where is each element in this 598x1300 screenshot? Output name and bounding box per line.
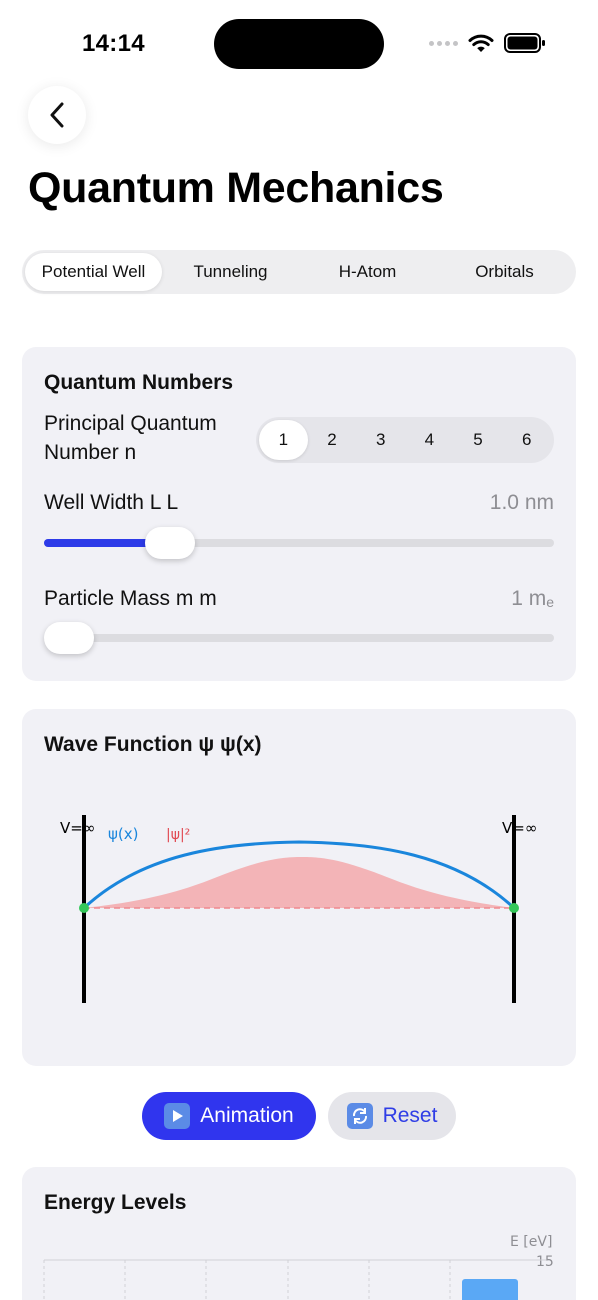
tab-tunneling[interactable]: Tunneling [162,253,299,291]
probability-density-fill [84,857,514,908]
page-title: Quantum Mechanics [28,164,444,212]
well-width-slider[interactable] [44,527,554,559]
refresh-icon [346,1103,373,1129]
principal-quantum-number-label: Principal Quantum Number n [44,412,217,464]
right-wall-label: V=∞ [502,819,537,837]
animation-button-label: Animation [200,1104,294,1127]
dynamic-island [214,19,384,69]
left-node [79,903,89,913]
psi-legend: ψ(x) [108,825,138,843]
back-button[interactable] [28,86,86,144]
energy-levels-chart: E [eV] 15 [43,1234,554,1300]
energy-level-bar [462,1279,518,1300]
reset-button-label: Reset [382,1104,438,1127]
n-option-3[interactable]: 3 [356,420,405,460]
n-option-1[interactable]: 1 [259,420,308,460]
cellular-signal-icon [429,40,458,46]
reset-button[interactable]: Reset [328,1092,456,1140]
n-option-2[interactable]: 2 [308,420,357,460]
well-width-label: Well Width L L [44,491,179,514]
principal-quantum-number-selector: 1 2 3 4 5 6 [256,417,554,463]
n-option-4[interactable]: 4 [405,420,454,460]
status-bar: 14:14 [0,0,598,90]
particle-mass-value: 1 me [511,587,554,610]
well-width-slider-thumb[interactable] [145,527,195,559]
n-option-5[interactable]: 5 [454,420,503,460]
particle-mass-slider-thumb[interactable] [44,622,94,654]
energy-axis-label: E [eV] [510,1234,552,1250]
tab-potential-well[interactable]: Potential Well [25,253,162,291]
probability-legend: |ψ|² [166,827,190,843]
quantum-numbers-card: Quantum Numbers Principal Quantum Number… [22,347,576,681]
wave-function-plot: V=∞ V=∞ ψ(x) |ψ|² [60,815,537,1003]
right-node [509,903,519,913]
tab-h-atom[interactable]: H-Atom [299,253,436,291]
tab-segmented-control: Potential Well Tunneling H-Atom Orbitals [22,250,576,294]
chevron-left-icon [50,102,64,128]
particle-mass-slider[interactable] [44,622,554,654]
energy-levels-card: Energy Levels E [eV] 15 [22,1167,576,1300]
wifi-icon [468,34,494,52]
status-time: 14:14 [82,30,145,57]
animation-button[interactable]: Animation [142,1092,316,1140]
battery-icon [504,33,545,53]
play-icon [164,1103,191,1129]
wave-function-card: Wave Function ψ ψ(x) V=∞ V=∞ ψ(x) |ψ|² [22,709,576,1066]
left-wall-label: V=∞ [60,819,95,837]
energy-axis-max: 15 [536,1254,554,1270]
quantum-numbers-title: Quantum Numbers [44,371,234,394]
status-icons [429,33,546,53]
tab-orbitals[interactable]: Orbitals [436,253,573,291]
n-option-6[interactable]: 6 [502,420,551,460]
particle-mass-label: Particle Mass m m [44,587,217,610]
well-width-value: 1.0 nm [489,491,554,514]
